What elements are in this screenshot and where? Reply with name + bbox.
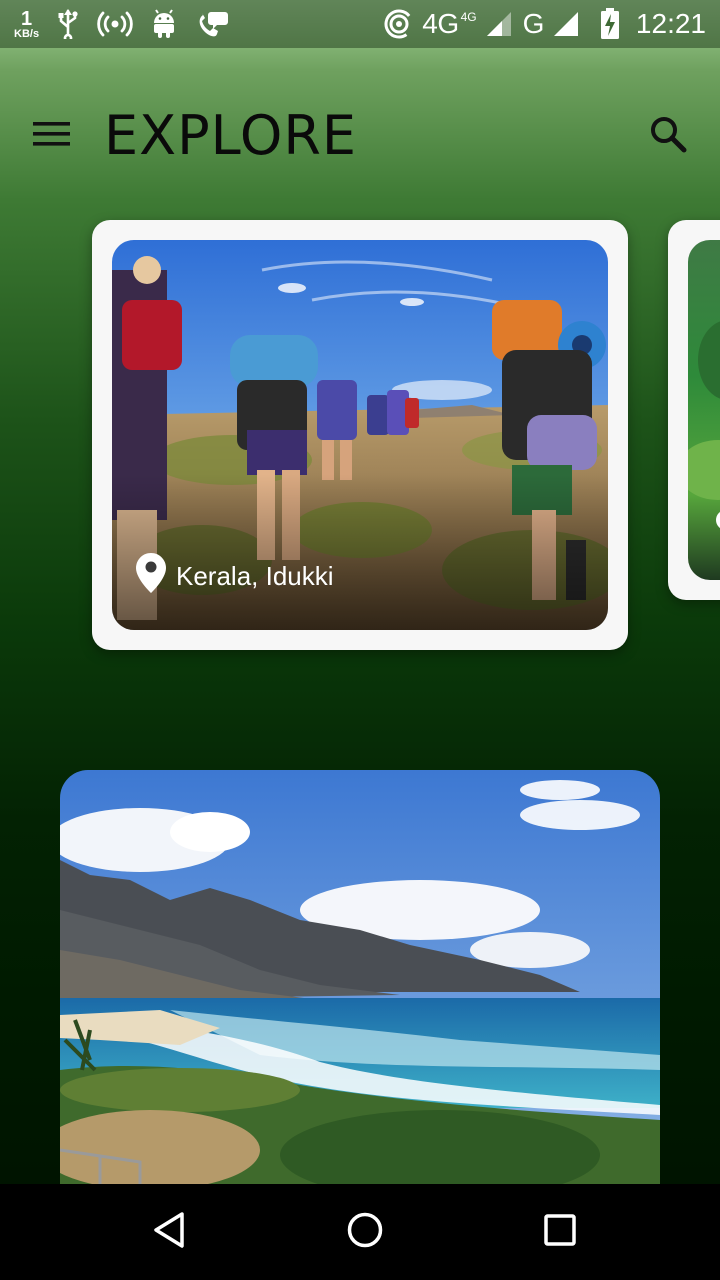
status-left-icons: 1 KB/s [14,0,229,48]
network-speed: 1 KB/s [14,9,39,40]
destination-photo-beach [60,770,660,1184]
card-location: Kerala, Idukki [136,553,334,600]
network-speed-value: 1 [20,7,33,30]
menu-icon [33,120,71,153]
destination-card-next[interactable] [668,220,720,600]
menu-button[interactable] [30,114,74,158]
status-bar: 1 KB/s 4G 4G G 12:21 [0,0,720,48]
home-icon [345,1210,385,1255]
recents-button[interactable] [536,1208,584,1256]
signal-icon [485,10,515,38]
network-type-4g: 4G [422,8,459,39]
usb-icon [57,9,79,39]
page-title: EXPLORE [104,104,357,167]
back-button[interactable] [146,1208,194,1256]
card-location-label: Kerala, Idukki [176,561,334,591]
network-type-g: G [522,8,545,39]
hotspot-icon [97,10,133,38]
destination-card[interactable]: Kerala, Idukki [92,220,628,650]
clock: 12:21 [635,8,706,39]
location-pin-icon [136,553,166,600]
navigation-bar [0,1184,720,1280]
status-right-icons: 4G 4G G 12:21 [384,0,706,48]
hotspot-signal-icon [384,9,414,39]
search-button[interactable] [644,112,692,160]
destination-photo-hikers: Kerala, Idukki [112,240,608,630]
home-button[interactable] [341,1208,389,1256]
signal-icon-secondary [552,10,582,38]
wifi-calling-icon [195,9,229,39]
android-icon [151,9,177,39]
battery-charging-icon [600,8,620,40]
destination-card-beach[interactable] [60,770,660,1184]
back-icon [150,1210,190,1255]
network-type-4g-small: 4G [460,10,477,24]
search-icon [649,115,687,158]
network-speed-unit: KB/s [14,27,40,40]
recents-icon [540,1210,580,1255]
app-bar: EXPLORE [0,90,720,180]
destination-photo-forest [688,240,720,580]
